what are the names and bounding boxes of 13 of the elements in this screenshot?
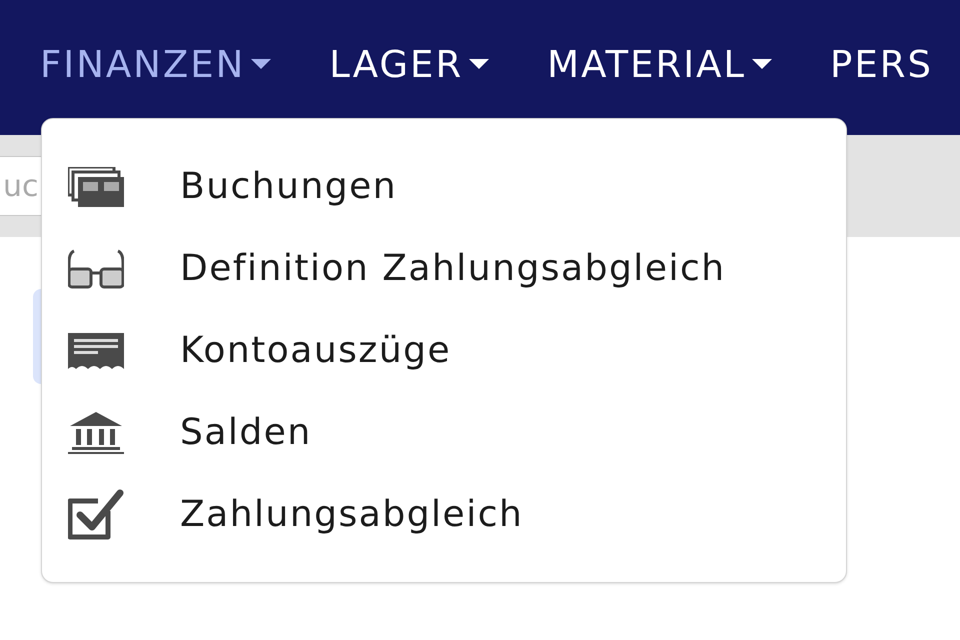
nav-menu-link[interactable]: LAGER xyxy=(329,36,490,92)
cards-icon xyxy=(68,167,124,207)
menu-item[interactable]: Buchungen xyxy=(42,146,846,228)
menu-item[interactable]: Definition Zahlungsabgleich xyxy=(42,228,846,310)
menu-item[interactable]: Zahlungsabgleich xyxy=(42,474,846,556)
menu-item[interactable]: Kontoauszüge xyxy=(42,310,846,392)
nav-menu-link[interactable]: FINANZEN xyxy=(40,36,272,92)
nav-menu-link[interactable]: MATERIAL xyxy=(547,36,772,92)
bank-icon xyxy=(68,412,124,454)
menu-item[interactable]: Salden xyxy=(42,392,846,474)
ticket-icon xyxy=(68,331,124,371)
nav-menu-link[interactable]: PERS xyxy=(830,36,933,92)
glasses-icon xyxy=(68,249,124,289)
